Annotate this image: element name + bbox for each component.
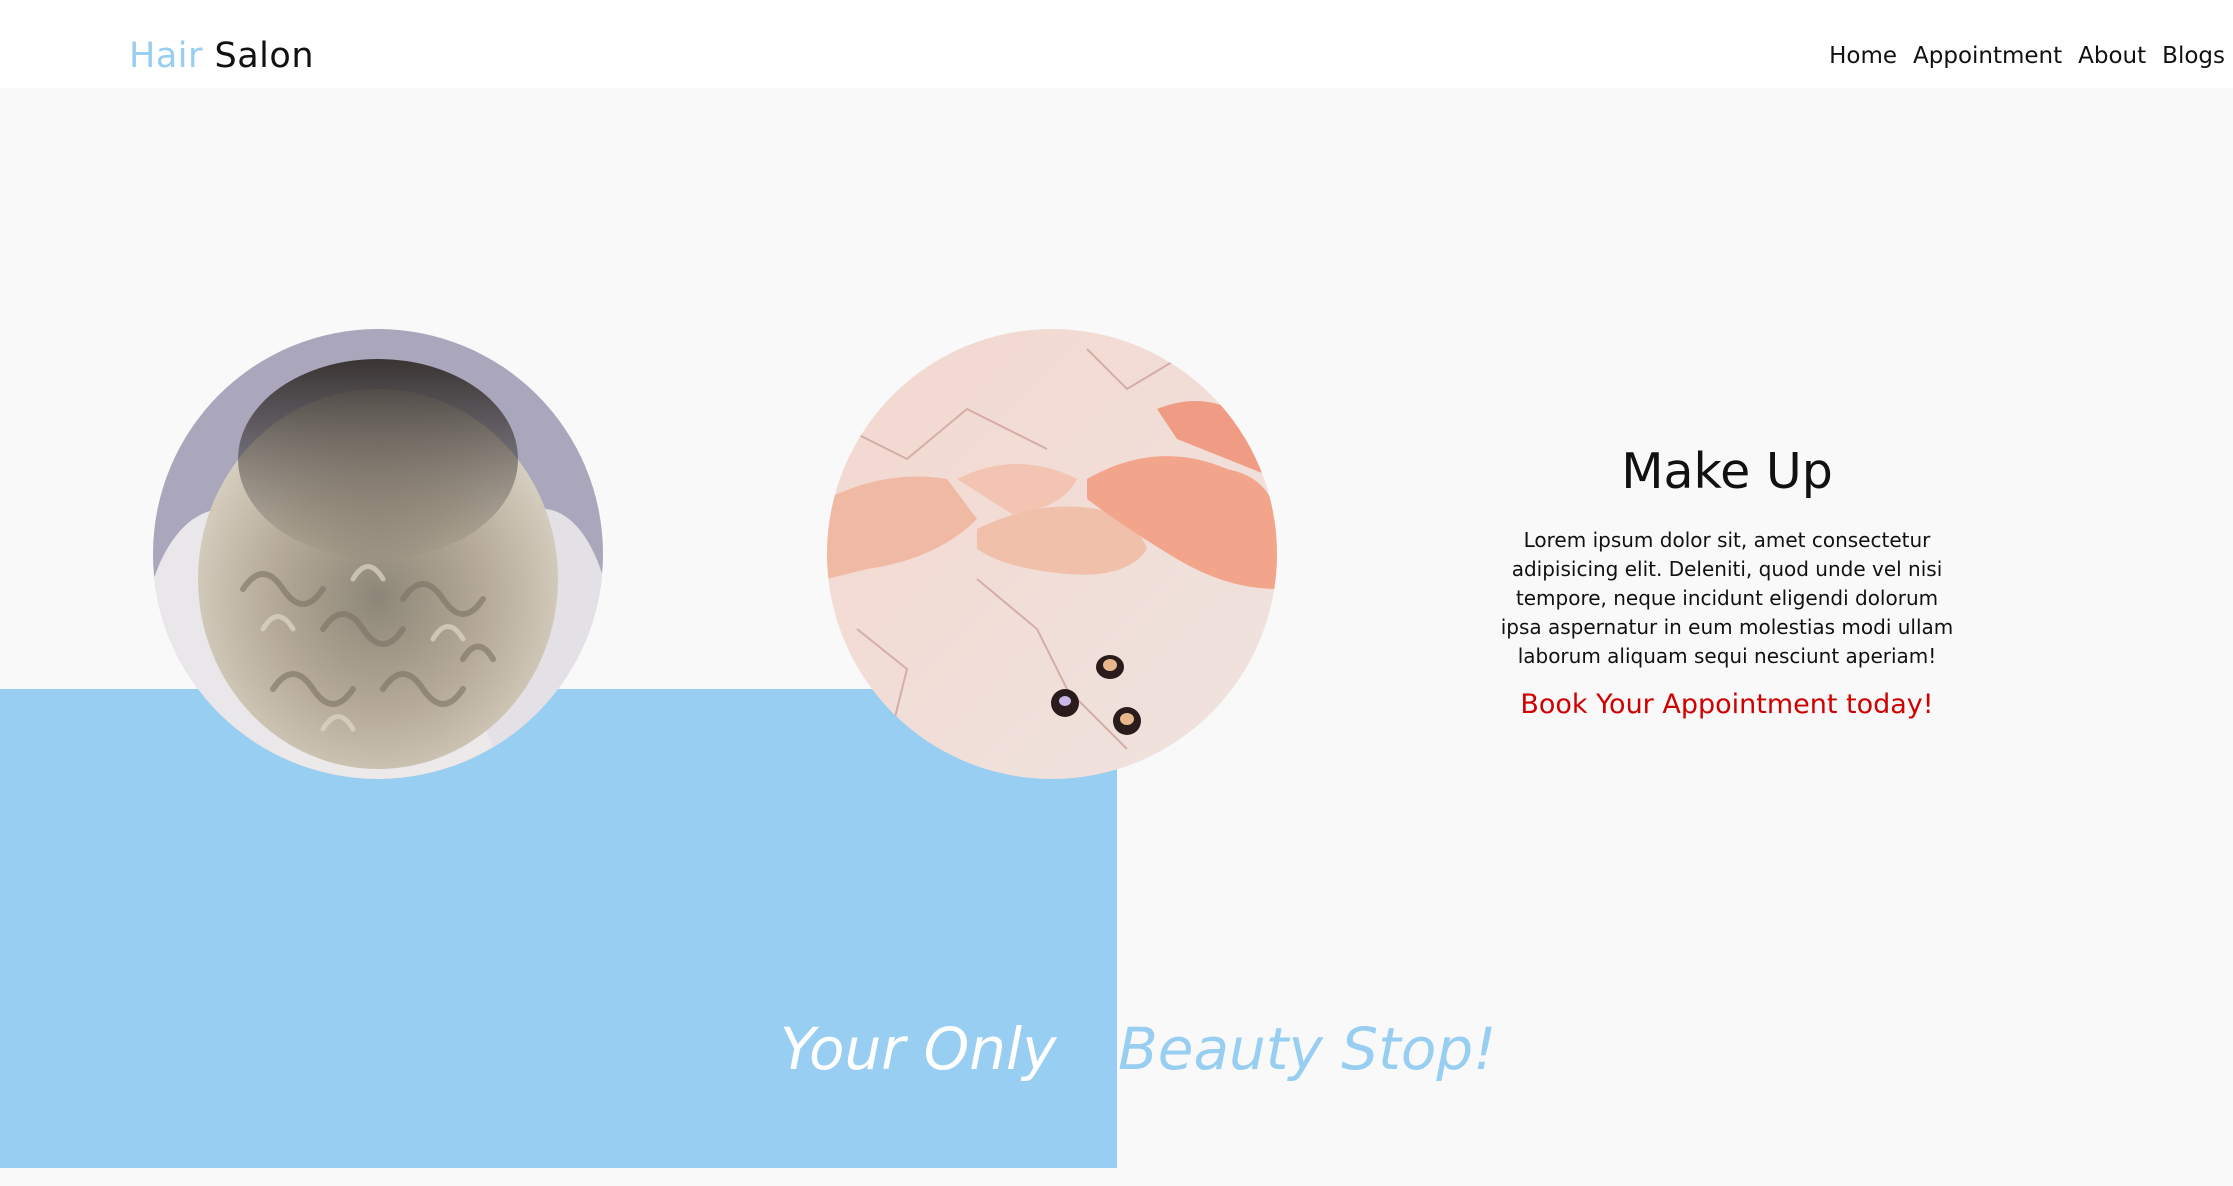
logo-word-salon: Salon	[202, 36, 315, 76]
tagline-beauty-stop: Beauty Stop!	[1118, 1015, 1497, 1083]
nav-about[interactable]: About	[2078, 40, 2146, 72]
main-nav: Home Appointment About Blogs	[1829, 40, 2225, 72]
hero-blue-block	[0, 689, 1117, 1168]
tagline-your-only: Your Only	[780, 1015, 1057, 1083]
manicure-photo	[827, 329, 1277, 779]
manicure-image-circle	[827, 329, 1277, 779]
feature-description: Lorem ipsum dolor sit, amet consectetur …	[1500, 528, 1954, 668]
feature-title: Make Up	[1621, 443, 1833, 500]
book-appointment-link[interactable]: Book Your Appointment today!	[1500, 687, 1954, 723]
site-logo[interactable]: Hair Salon	[129, 32, 314, 80]
logo-word-hair: Hair	[129, 36, 203, 76]
nav-home[interactable]: Home	[1829, 40, 1897, 72]
hair-image-circle	[153, 329, 603, 779]
curly-hair-photo	[153, 329, 603, 779]
nav-blogs[interactable]: Blogs	[2162, 40, 2225, 72]
site-header: Hair Salon Home Appointment About Blogs	[0, 0, 2233, 88]
nav-appointment[interactable]: Appointment	[1913, 40, 2062, 72]
makeup-feature: Make Up Lorem ipsum dolor sit, amet cons…	[1500, 440, 1954, 723]
